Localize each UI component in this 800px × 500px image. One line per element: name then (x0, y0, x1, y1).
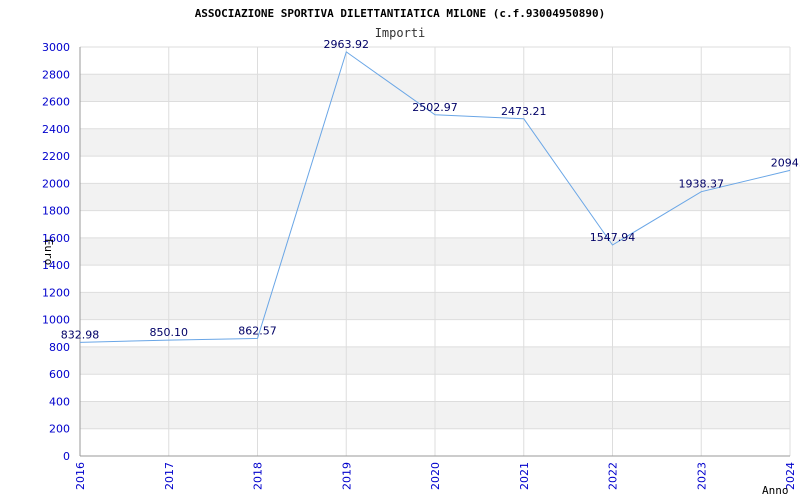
data-label: 850.10 (150, 326, 189, 339)
data-label: 2502.97 (412, 101, 458, 114)
x-tick-label: 2022 (607, 462, 620, 490)
y-tick-label: 3000 (42, 41, 70, 54)
y-tick-label: 2600 (42, 96, 70, 109)
x-tick-label: 2023 (695, 462, 708, 490)
x-tick-label: 2017 (163, 462, 176, 490)
y-tick-label: 1000 (42, 314, 70, 327)
y-axis-label: Euro (42, 239, 55, 266)
data-label: 1547.94 (590, 231, 636, 244)
y-tick-label: 2000 (42, 177, 70, 190)
y-tick-label: 1800 (42, 205, 70, 218)
chart-title: ASSOCIAZIONE SPORTIVA DILETTANTIATICA MI… (195, 7, 606, 20)
y-tick-label: 2800 (42, 68, 70, 81)
x-tick-label: 2016 (74, 462, 87, 490)
data-label: 2094.5 (771, 156, 800, 169)
data-label: 862.57 (238, 324, 277, 337)
x-tick-label: 2018 (252, 462, 265, 490)
y-tick-label: 800 (49, 341, 70, 354)
data-label: 2963.92 (324, 38, 370, 51)
x-tick-label: 2019 (340, 462, 353, 490)
y-tick-label: 2400 (42, 123, 70, 136)
data-label: 2473.21 (501, 105, 547, 118)
y-tick-label: 2200 (42, 150, 70, 163)
y-tick-label: 400 (49, 395, 70, 408)
y-tick-label: 200 (49, 423, 70, 436)
data-label: 1938.37 (679, 178, 725, 191)
x-tick-labels: 2016 2017 2018 2019 2020 2021 2022 2023 2024 (74, 462, 797, 490)
data-label: 832.98 (61, 328, 100, 341)
line-chart: 0200400600800100012001400160018002000220… (42, 7, 800, 497)
chart-subtitle: Importi (375, 26, 426, 40)
x-tick-label: 2020 (429, 462, 442, 490)
x-tick-label: 2021 (518, 462, 531, 490)
y-tick-label: 600 (49, 368, 70, 381)
y-tick-label: 0 (63, 450, 70, 463)
y-tick-label: 1200 (42, 286, 70, 299)
x-axis-label: Anno (762, 484, 789, 497)
